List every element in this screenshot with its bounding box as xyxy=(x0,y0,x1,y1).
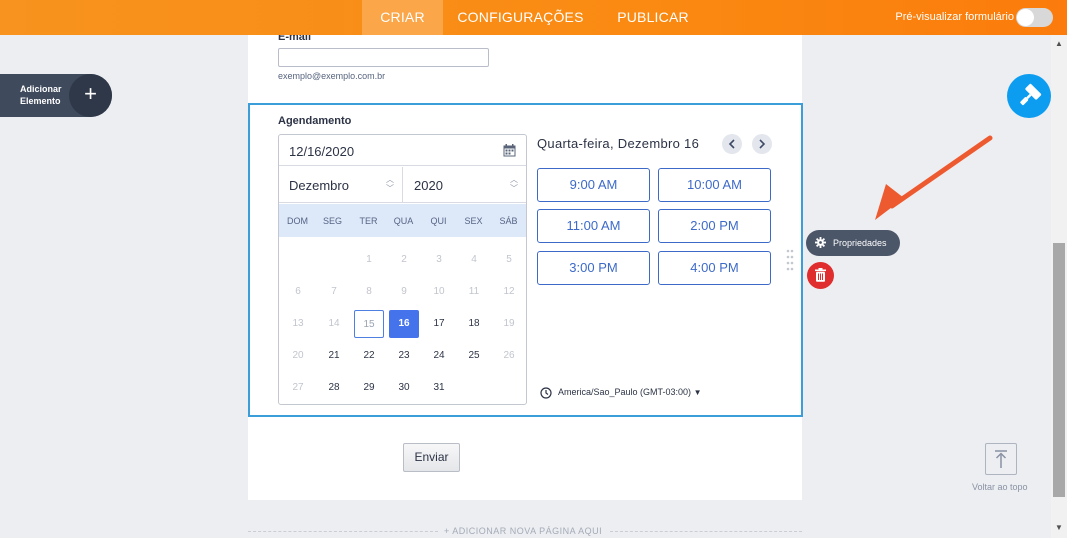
scroll-down-icon[interactable]: ▼ xyxy=(1053,522,1065,534)
month-select[interactable]: Dezembro ︿ ﹀ xyxy=(279,167,403,203)
calendar-day-selected[interactable]: 16 xyxy=(389,310,419,338)
drag-handle-icon[interactable] xyxy=(786,249,794,271)
calendar-day[interactable]: 25 xyxy=(459,342,489,370)
calendar-day[interactable]: 28 xyxy=(319,374,349,402)
time-slot-button[interactable]: 10:00 AM xyxy=(658,168,771,202)
weekday-header: DOM SEG TER QUA QUI SEX SÁB xyxy=(279,204,526,237)
time-slot-button[interactable]: 4:00 PM xyxy=(658,251,771,285)
calendar-day: 13 xyxy=(292,318,304,329)
weekday-label: SEX xyxy=(464,216,483,226)
add-new-page-label: + ADICIONAR NOVA PÁGINA AQUI xyxy=(444,526,603,536)
paint-roller-icon xyxy=(1020,83,1042,106)
time-slot-button[interactable]: 2:00 PM xyxy=(658,209,771,243)
calendar-day[interactable]: 18 xyxy=(459,310,489,338)
year-select[interactable]: 2020 ︿ ﹀ xyxy=(404,167,526,203)
calendar-day: 14 xyxy=(328,318,340,329)
caret-down-icon: ▼ xyxy=(693,388,702,397)
weekday-label: DOM xyxy=(287,216,308,226)
tab-configuracoes[interactable]: CONFIGURAÇÕES xyxy=(455,0,586,35)
calendar-day[interactable]: 21 xyxy=(319,342,349,370)
calendar-day: 19 xyxy=(503,318,515,329)
previous-day-button[interactable] xyxy=(722,134,742,154)
chevron-right-icon xyxy=(759,139,766,149)
top-navigation-bar: CRIAR CONFIGURAÇÕES PUBLICAR Pré-visuali… xyxy=(0,0,1067,35)
submit-button[interactable]: Enviar xyxy=(403,443,460,472)
calendar-day[interactable]: 24 xyxy=(424,342,454,370)
calendar-day: 2 xyxy=(401,254,407,265)
timezone-select[interactable]: America/Sao_Paulo (GMT-03:00) ▼ xyxy=(558,387,702,397)
gear-icon xyxy=(815,237,826,248)
calendar-day: 12 xyxy=(503,286,515,297)
selected-date-heading: Quarta-feira, Dezembro 16 xyxy=(537,136,700,151)
calendar-day[interactable]: 31 xyxy=(424,374,454,402)
toggle-knob xyxy=(1017,9,1034,26)
time-slot-button[interactable]: 11:00 AM xyxy=(537,209,650,243)
add-element-button[interactable]: Adicionar Elemento + xyxy=(0,74,112,117)
annotation-arrow-icon xyxy=(875,135,993,220)
clock-icon xyxy=(540,387,552,399)
calendar-day: 10 xyxy=(433,286,445,297)
next-day-button[interactable] xyxy=(752,134,772,154)
calendar-icon[interactable] xyxy=(503,144,516,157)
add-new-page[interactable]: + ADICIONAR NOVA PÁGINA AQUI xyxy=(248,524,802,538)
month-spinner-icon[interactable]: ︿ ﹀ xyxy=(386,175,394,193)
date-input-value: 12/16/2020 xyxy=(289,144,355,159)
email-sublabel: exemplo@exemplo.com.br xyxy=(278,71,386,81)
date-picker: 12/16/2020 Dezembro ︿ ﹀ 2020 ︿ ﹀ DOM SEG T… xyxy=(278,134,527,405)
month-year-selectors: Dezembro ︿ ﹀ 2020 ︿ ﹀ xyxy=(279,167,526,203)
calendar-day: 1 xyxy=(366,254,372,265)
scrollbar-thumb[interactable] xyxy=(1053,243,1065,497)
timezone-value: America/Sao_Paulo (GMT-03:00) xyxy=(558,387,692,397)
tab-publicar[interactable]: PUBLICAR xyxy=(612,0,694,35)
email-field-label: E-mail xyxy=(278,35,312,43)
email-field[interactable] xyxy=(278,48,489,67)
month-select-value: Dezembro xyxy=(289,178,349,193)
calendar-day: 20 xyxy=(292,350,304,361)
calendar-day[interactable]: 29 xyxy=(354,374,384,402)
calendar-day: 26 xyxy=(503,350,515,361)
add-element-label: Adicionar Elemento xyxy=(20,84,62,106)
calendar-day: 11 xyxy=(468,286,480,297)
date-input[interactable]: 12/16/2020 xyxy=(279,135,526,166)
delete-field-button[interactable] xyxy=(807,262,834,289)
form-designer-button[interactable] xyxy=(1007,74,1051,118)
chevron-left-icon xyxy=(728,139,735,149)
calendar-day[interactable]: 30 xyxy=(389,374,419,402)
properties-button[interactable]: Propriedades xyxy=(806,230,900,256)
scroll-up-icon[interactable]: ▲ xyxy=(1053,38,1065,50)
year-spinner-icon[interactable]: ︿ ﹀ xyxy=(510,175,518,193)
calendar-day[interactable]: 23 xyxy=(389,342,419,370)
calendar-day: 4 xyxy=(471,254,477,265)
dashed-divider xyxy=(248,531,438,532)
calendar-day: 9 xyxy=(401,286,407,297)
calendar-day: 8 xyxy=(366,286,372,297)
calendar-day: 6 xyxy=(295,286,301,297)
calendar-day: 3 xyxy=(436,254,442,265)
time-slot-button[interactable]: 3:00 PM xyxy=(537,251,650,285)
time-slot-button[interactable]: 9:00 AM xyxy=(537,168,650,202)
preview-form-label: Pré-visualizar formulário xyxy=(895,11,1014,23)
weekday-label: QUA xyxy=(393,216,414,226)
plus-icon: + xyxy=(69,74,112,117)
dashed-divider xyxy=(610,531,802,532)
calendar-day[interactable]: 22 xyxy=(354,342,384,370)
weekday-label: SÁB xyxy=(499,216,518,226)
calendar-day: 27 xyxy=(292,382,304,393)
weekday-label: TER xyxy=(359,216,378,226)
calendar-day: 7 xyxy=(331,286,337,297)
arrow-up-icon xyxy=(995,450,1007,468)
calendar-day[interactable]: 17 xyxy=(424,310,454,338)
calendar-day: 5 xyxy=(506,254,512,265)
back-to-top-button[interactable] xyxy=(985,443,1017,475)
tab-criar[interactable]: CRIAR xyxy=(362,0,443,35)
weekday-label: QUI xyxy=(430,216,447,226)
properties-label: Propriedades xyxy=(833,238,887,248)
back-to-top-label: Voltar ao topo xyxy=(972,482,1028,492)
appointment-field-label: Agendamento xyxy=(278,115,352,127)
calendar-day-today: 15 xyxy=(354,310,384,338)
year-select-value: 2020 xyxy=(414,178,443,193)
trash-icon xyxy=(815,268,826,282)
preview-toggle[interactable] xyxy=(1016,8,1053,27)
weekday-label: SEG xyxy=(322,216,342,226)
